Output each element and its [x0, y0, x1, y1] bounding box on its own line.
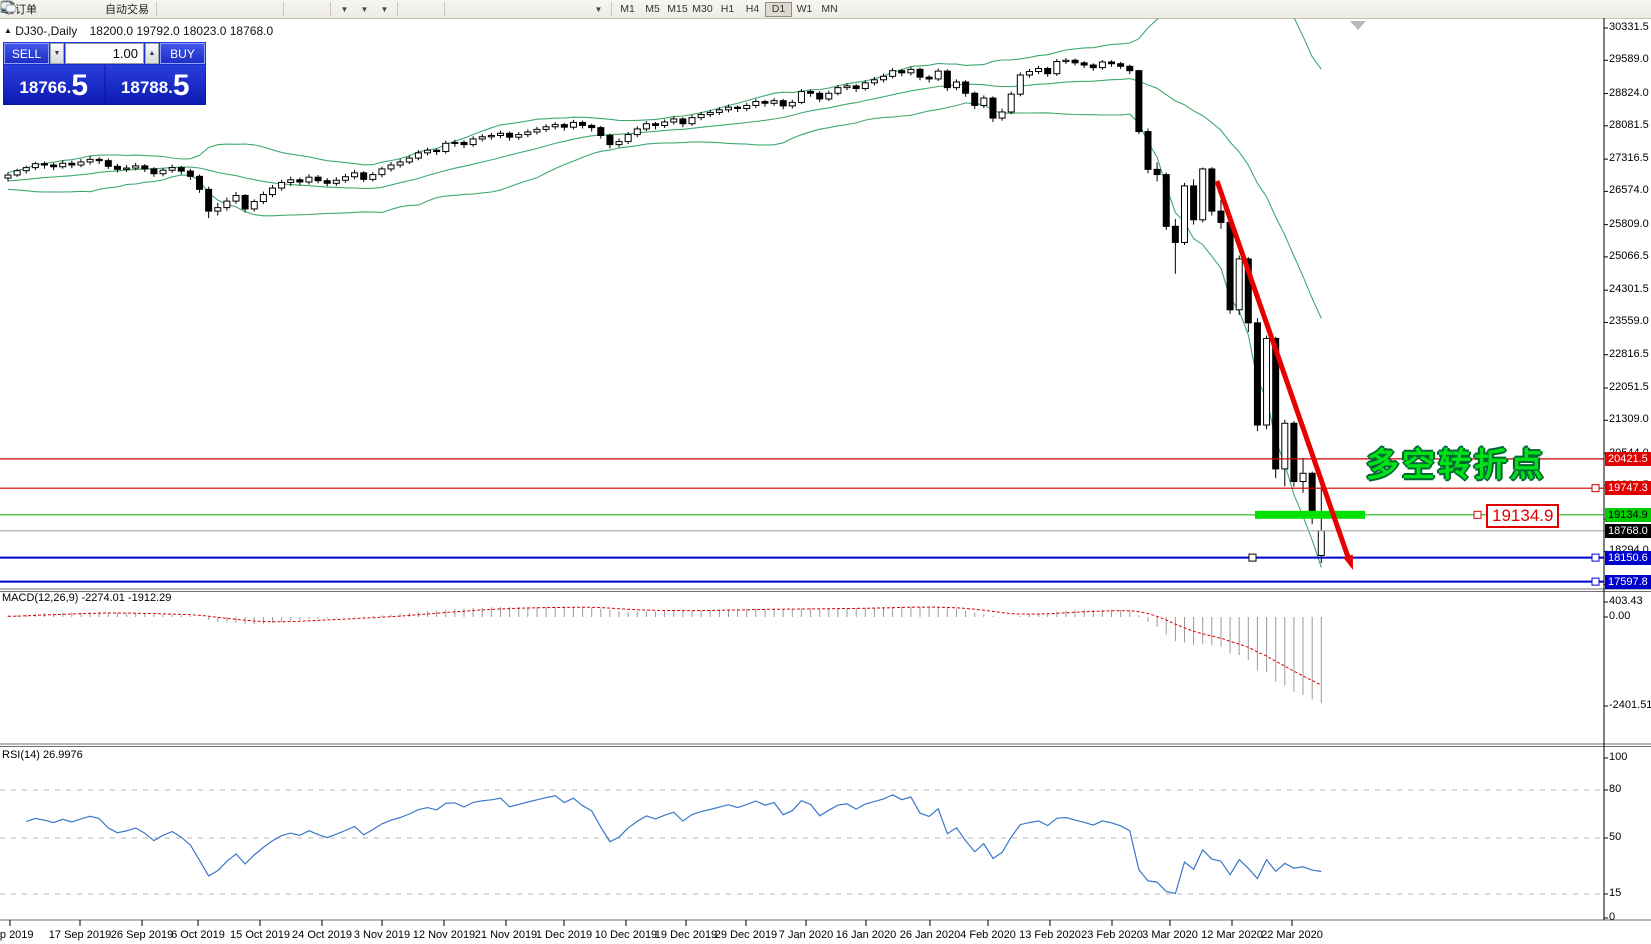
macd-axis-label: 0.00	[1609, 610, 1630, 622]
one-click-trading-panel: SELL ▼ 1.00 ▲ BUY 18766.5 18788.5	[3, 42, 206, 105]
price-level-annotation-box[interactable]: 19134.9	[1486, 504, 1559, 528]
price-tick-label: 26574.0	[1609, 184, 1649, 196]
macd-axis-label: -2401.51	[1609, 699, 1651, 711]
date-tick-label[interactable]: 16 Jan 2020	[831, 929, 901, 941]
sell-price-display[interactable]: 18766.5	[4, 65, 104, 104]
date-tick-label[interactable]: 3 Mar 2020	[1135, 929, 1205, 941]
buy-button[interactable]: BUY	[160, 43, 205, 64]
sell-button[interactable]: SELL	[4, 43, 49, 64]
rsi-axis-label: 50	[1609, 831, 1621, 843]
date-tick-label[interactable]: 17 Sep 2019	[45, 929, 115, 941]
ohlc-values: 18200.0 19792.0 18023.0 18768.0	[90, 24, 274, 38]
date-tick-label[interactable]: 6 Oct 2019	[163, 929, 233, 941]
volume-decrease-button[interactable]: ▼	[50, 43, 64, 64]
symbol-period-label: DJ30-,Daily	[15, 24, 77, 38]
macd-indicator-label: MACD(12,26,9) -2274.01 -1912.29	[2, 592, 171, 604]
date-tick-label[interactable]: 15 Oct 2019	[225, 929, 295, 941]
date-tick-label[interactable]: Sep 2019	[0, 929, 45, 941]
rsi-axis-label: 0	[1609, 911, 1615, 923]
date-tick-label[interactable]: 3 Nov 2019	[347, 929, 417, 941]
macd-value: -2274.01	[81, 592, 124, 604]
price-badge-19747.3: 19747.3	[1605, 481, 1651, 495]
price-tick-label: 28081.5	[1609, 119, 1649, 131]
chart-title: ▲ DJ30-,Daily 18200.0 19792.0 18023.0 18…	[4, 24, 273, 38]
turning-point-annotation[interactable]: 多空转折点	[1366, 438, 1546, 486]
price-badge-18150.6: 18150.6	[1605, 551, 1651, 565]
buy-price-main: 18788.	[121, 75, 173, 101]
volume-increase-button[interactable]: ▲	[145, 43, 159, 64]
mt4-window: 新订单 自动交易 ▼ ▼ ▼ E F A T ▼ M	[0, 0, 1651, 944]
one-click-expander-icon[interactable]: ▲	[4, 26, 12, 35]
sell-price-main: 18766.	[19, 75, 71, 101]
buy-price-big-digit: 5	[173, 71, 190, 101]
buy-price-display[interactable]: 18788.5	[106, 65, 206, 104]
price-badge-19134.9: 19134.9	[1605, 508, 1651, 522]
price-tick-label: 22051.5	[1609, 381, 1649, 393]
rsi-axis-label: 100	[1609, 751, 1627, 763]
price-tick-label: 24301.5	[1609, 283, 1649, 295]
volume-input[interactable]: 1.00	[65, 43, 144, 64]
price-badge-18768.0: 18768.0	[1605, 524, 1651, 538]
price-tick-label: 28824.0	[1609, 87, 1649, 99]
rsi-indicator-label: RSI(14) 26.9976	[2, 749, 83, 761]
date-tick-label[interactable]: 1 Dec 2019	[529, 929, 599, 941]
date-tick-label[interactable]: 13 Feb 2020	[1015, 929, 1085, 941]
rsi-value: 26.9976	[43, 749, 83, 761]
date-tick-label[interactable]: 22 Mar 2020	[1257, 929, 1327, 941]
macd-signal-value: -1912.29	[128, 592, 171, 604]
price-tick-label: 25066.5	[1609, 250, 1649, 262]
price-tick-label: 21309.0	[1609, 413, 1649, 425]
sell-price-big-digit: 5	[71, 71, 88, 101]
price-badge-17597.8: 17597.8	[1605, 575, 1651, 589]
price-badge-20421.5: 20421.5	[1605, 452, 1651, 466]
rsi-axis-label: 15	[1609, 887, 1621, 899]
date-tick-label[interactable]: 4 Feb 2020	[953, 929, 1023, 941]
price-tick-label: 23559.0	[1609, 315, 1649, 327]
price-tick-label: 27316.5	[1609, 152, 1649, 164]
price-tick-label: 22816.5	[1609, 348, 1649, 360]
date-tick-label[interactable]: 12 Nov 2019	[409, 929, 479, 941]
macd-axis-label: 403.43	[1609, 595, 1643, 607]
rsi-axis-label: 80	[1609, 783, 1621, 795]
price-tick-label: 30331.5	[1609, 21, 1649, 33]
price-tick-label: 29589.0	[1609, 53, 1649, 65]
price-tick-label: 25809.0	[1609, 218, 1649, 230]
